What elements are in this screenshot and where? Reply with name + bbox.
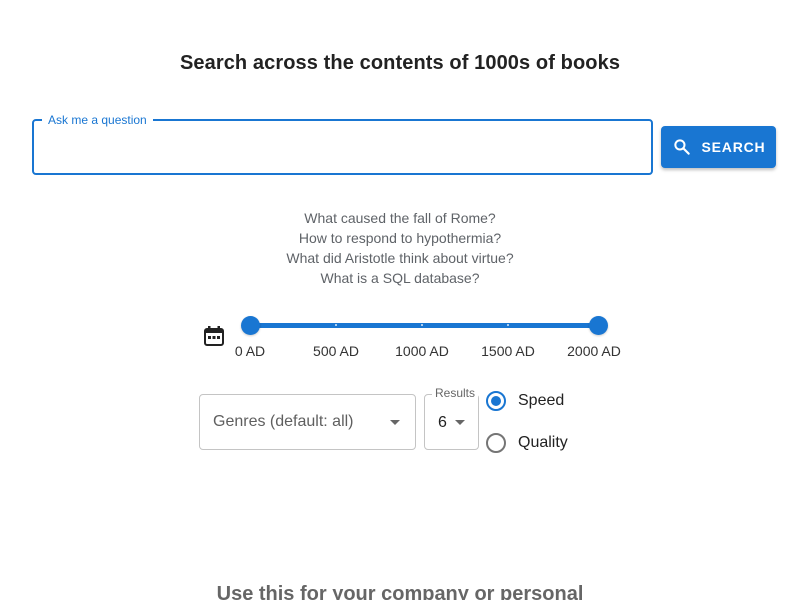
slider-tick — [507, 324, 509, 326]
date-range-start-thumb[interactable] — [240, 316, 260, 335]
search-icon — [673, 139, 690, 155]
footer-heading: Use this for your company or personal — [216, 583, 584, 600]
search-button-label: SEARCH — [701, 139, 766, 155]
radio-button-icon[interactable] — [486, 433, 506, 453]
slider-mark-label: 0 AD — [234, 343, 266, 359]
date-range-track[interactable] — [250, 323, 598, 328]
slider-mark-label: 1000 AD — [395, 343, 449, 359]
example-question[interactable]: How to respond to hypothermia? — [0, 228, 800, 248]
genres-select[interactable]: Genres (default: all) — [199, 394, 416, 450]
example-question[interactable]: What caused the fall of Rome? — [0, 208, 800, 228]
page: Search across the contents of 1000s of b… — [0, 0, 800, 600]
mode-radio-speed[interactable]: Speed — [486, 389, 606, 413]
search-button[interactable]: SEARCH — [661, 126, 776, 168]
slider-mark-label: 1500 AD — [481, 343, 535, 359]
slider-mark-label: 500 AD — [313, 343, 359, 359]
slider-tick — [421, 324, 423, 326]
question-label: Ask me a question — [42, 112, 153, 128]
question-field[interactable]: Ask me a question — [32, 112, 653, 175]
slider-tick — [335, 324, 337, 326]
results-label: Results — [432, 386, 479, 400]
radio-button-icon[interactable] — [486, 391, 506, 411]
question-input[interactable] — [46, 131, 640, 163]
chevron-down-icon — [390, 420, 400, 425]
results-select[interactable]: Results 6 — [424, 386, 479, 450]
genres-placeholder: Genres (default: all) — [213, 413, 354, 430]
slider-mark-label: 2000 AD — [567, 343, 621, 359]
date-range-end-thumb[interactable] — [588, 316, 608, 335]
example-questions: What caused the fall of Rome? How to res… — [0, 208, 800, 288]
mode-radio-label: Quality — [518, 434, 568, 451]
mode-radio-quality[interactable]: Quality — [486, 431, 606, 455]
page-title: Search across the contents of 1000s of b… — [179, 52, 621, 74]
chevron-down-icon — [455, 420, 465, 425]
example-question[interactable]: What did Aristotle think about virtue? — [0, 248, 800, 268]
results-value: 6 — [438, 414, 447, 431]
mode-radio-label: Speed — [518, 392, 565, 409]
example-question[interactable]: What is a SQL database? — [0, 268, 800, 288]
